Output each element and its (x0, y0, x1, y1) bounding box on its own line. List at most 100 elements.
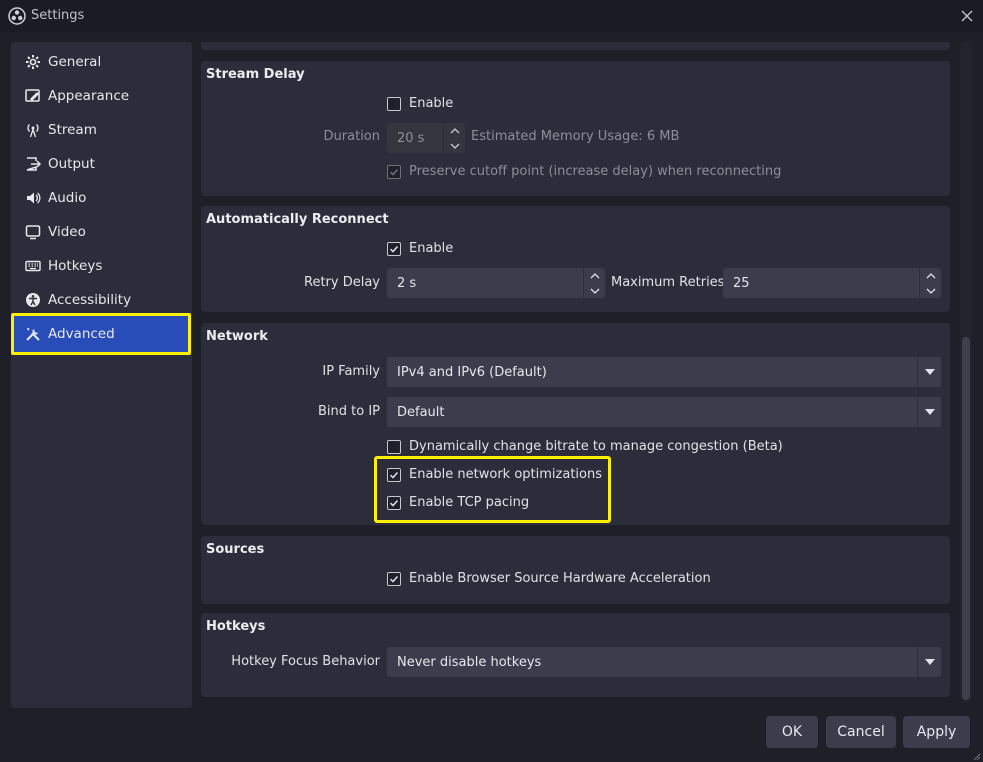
auto-reconnect-group: Automatically Reconnect Enable Retry Del… (201, 206, 950, 312)
advanced-settings-panel: Stream Delay Enable Duration 20 s Estima… (200, 42, 958, 702)
retry-delay-spin-buttons (583, 268, 605, 298)
stream-delay-group: Stream Delay Enable Duration 20 s Estima… (201, 61, 950, 196)
dropdown-arrow-icon (917, 647, 941, 677)
sidebar-item-label: Output (48, 156, 95, 172)
monitor-icon (24, 223, 42, 241)
checkbox-label: Dynamically change bitrate to manage con… (409, 439, 783, 454)
settings-sidebar: General Appearance Stream Output Audio V… (11, 42, 192, 708)
spin-up-icon[interactable] (920, 268, 941, 283)
highlight-network-options (374, 456, 611, 523)
antenna-icon (24, 121, 42, 139)
sidebar-item-audio[interactable]: Audio (14, 182, 189, 214)
browser-hw-accel-checkbox[interactable]: Enable Browser Source Hardware Accelerat… (387, 571, 711, 586)
ip-family-label: IP Family (322, 364, 380, 379)
ok-button[interactable]: OK (766, 716, 818, 748)
group-title: Stream Delay (206, 67, 305, 82)
group-title: Hotkeys (206, 619, 266, 634)
checkbox-box (387, 241, 401, 256)
title-bar: Settings (0, 0, 983, 32)
sidebar-item-appearance[interactable]: Appearance (14, 80, 189, 112)
retry-delay-label: Retry Delay (304, 275, 380, 290)
content-scrollbar[interactable] (960, 42, 972, 702)
output-icon (24, 155, 42, 173)
sidebar-item-stream[interactable]: Stream (14, 114, 189, 146)
resize-grip-icon[interactable] (971, 750, 981, 761)
sidebar-item-label: Hotkeys (48, 258, 103, 274)
stream-delay-enable-checkbox[interactable]: Enable (387, 96, 453, 111)
group-title: Automatically Reconnect (206, 212, 389, 227)
group-title: Network (206, 329, 268, 344)
max-retries-spinbox[interactable]: 25 (723, 268, 941, 298)
accessibility-icon (24, 291, 42, 309)
checkmark-icon (389, 168, 399, 176)
sidebar-item-label: Advanced (48, 326, 115, 342)
duration-value: 20 s (397, 130, 425, 146)
hotkey-focus-dropdown[interactable]: Never disable hotkeys (387, 647, 941, 677)
max-retries-value: 25 (733, 275, 750, 291)
sidebar-item-label: General (48, 54, 102, 70)
spin-down-icon[interactable] (920, 283, 941, 298)
checkbox-label: Preserve cutoff point (increase delay) w… (409, 164, 782, 179)
checkbox-box (387, 571, 401, 586)
close-icon (961, 10, 973, 22)
checkmark-icon (389, 245, 399, 253)
sidebar-item-video[interactable]: Video (14, 216, 189, 248)
previous-group (201, 42, 950, 50)
dropdown-arrow-icon (917, 397, 941, 427)
keyboard-icon (24, 257, 42, 275)
spin-up-icon[interactable] (584, 268, 605, 283)
memory-usage-text: Estimated Memory Usage: 6 MB (471, 129, 680, 144)
sources-group: Sources Enable Browser Source Hardware A… (201, 536, 950, 604)
duration-spinbox[interactable]: 20 s (387, 123, 465, 153)
checkbox-label: Enable (409, 241, 454, 256)
spin-down-icon[interactable] (584, 283, 605, 298)
max-retries-spin-buttons (919, 268, 941, 298)
checkbox-box (387, 164, 401, 179)
checkmark-icon (389, 575, 399, 583)
hotkey-focus-value: Never disable hotkeys (397, 654, 542, 670)
dynamic-bitrate-checkbox[interactable]: Dynamically change bitrate to manage con… (387, 439, 783, 454)
scrollbar-thumb[interactable] (962, 337, 970, 700)
ip-family-dropdown[interactable]: IPv4 and IPv6 (Default) (387, 357, 941, 387)
checkbox-box (387, 96, 401, 111)
hotkey-focus-label: Hotkey Focus Behavior (231, 654, 380, 669)
window-title: Settings (31, 8, 85, 23)
bind-ip-dropdown[interactable]: Default (387, 397, 941, 427)
spin-up-icon[interactable] (444, 123, 465, 138)
checkbox-box (387, 439, 401, 454)
sidebar-item-label: Accessibility (48, 292, 132, 308)
dropdown-arrow-icon (917, 357, 941, 387)
retry-delay-spinbox[interactable]: 2 s (387, 268, 605, 298)
appearance-icon (24, 87, 42, 105)
wrench-screwdriver-icon (24, 325, 42, 343)
apply-button[interactable]: Apply (903, 716, 970, 748)
sidebar-item-advanced[interactable]: Advanced (11, 313, 191, 355)
retry-delay-value: 2 s (397, 275, 417, 291)
sidebar-item-accessibility[interactable]: Accessibility (14, 284, 189, 316)
group-title: Sources (206, 542, 265, 557)
gear-icon (24, 53, 42, 71)
sidebar-item-hotkeys[interactable]: Hotkeys (14, 250, 189, 282)
speaker-icon (24, 189, 42, 207)
sidebar-item-general[interactable]: General (14, 46, 189, 78)
sidebar-item-label: Audio (48, 190, 87, 206)
checkbox-label: Enable (409, 96, 454, 111)
cancel-button[interactable]: Cancel (826, 716, 896, 748)
duration-label: Duration (323, 129, 380, 144)
max-retries-label: Maximum Retries (611, 275, 725, 290)
ip-family-value: IPv4 and IPv6 (Default) (397, 364, 547, 380)
preserve-cutoff-checkbox[interactable]: Preserve cutoff point (increase delay) w… (387, 164, 781, 179)
obs-logo-icon (8, 7, 26, 25)
sidebar-item-label: Appearance (48, 88, 130, 104)
close-button[interactable] (951, 0, 983, 32)
checkbox-label: Enable Browser Source Hardware Accelerat… (409, 571, 711, 586)
spin-down-icon[interactable] (444, 138, 465, 153)
sidebar-item-label: Video (48, 224, 86, 240)
bind-ip-label: Bind to IP (317, 404, 380, 419)
sidebar-item-label: Stream (48, 122, 97, 138)
hotkeys-group: Hotkeys Hotkey Focus Behavior Never disa… (201, 613, 950, 697)
bind-ip-value: Default (397, 404, 445, 420)
reconnect-enable-checkbox[interactable]: Enable (387, 241, 453, 256)
sidebar-item-output[interactable]: Output (14, 148, 189, 180)
duration-spin-buttons (443, 123, 465, 153)
